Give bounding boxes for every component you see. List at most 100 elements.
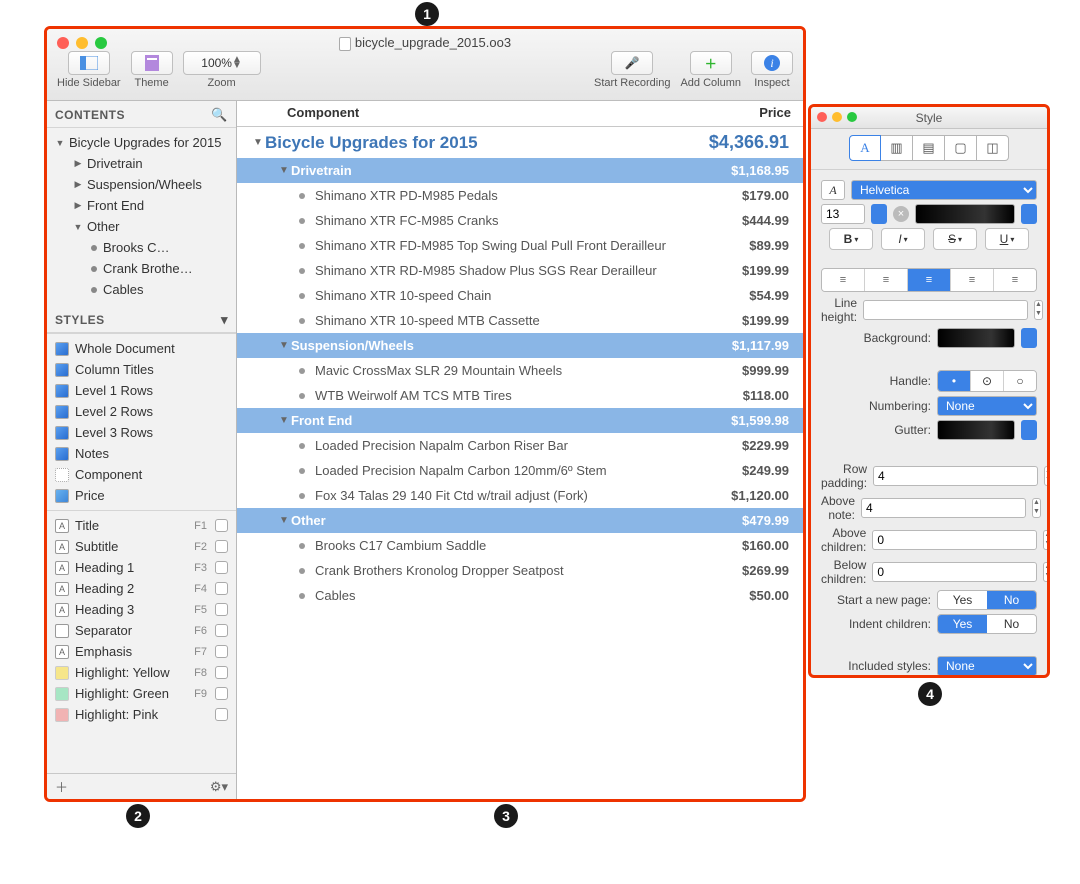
- outline-item-row[interactable]: Shimano XTR RD-M985 Shadow Plus SGS Rear…: [237, 258, 803, 283]
- tab-document[interactable]: ▢: [945, 135, 977, 161]
- align-justify-icon[interactable]: ≡: [950, 269, 993, 291]
- style-apply-checkbox[interactable]: [215, 561, 228, 574]
- outline-item-row[interactable]: Shimano XTR 10-speed MTB Cassette$199.99: [237, 308, 803, 333]
- tree-item[interactable]: ▶Drivetrain: [47, 153, 236, 174]
- font-family-select[interactable]: Helvetica: [851, 180, 1037, 200]
- tab-section[interactable]: ◫: [977, 135, 1009, 161]
- start-recording-button[interactable]: 🎤Start Recording: [594, 51, 670, 89]
- background-menu-button[interactable]: [1021, 328, 1037, 348]
- style-row[interactable]: Column Titles: [47, 359, 236, 380]
- tree-item[interactable]: Crank Brothe…: [47, 258, 236, 279]
- outline-item-row[interactable]: Brooks C17 Cambium Saddle$160.00: [237, 533, 803, 558]
- style-apply-checkbox[interactable]: [215, 624, 228, 637]
- outline-item-row[interactable]: Shimano XTR PD-M985 Pedals$179.00: [237, 183, 803, 208]
- style-apply-checkbox[interactable]: [215, 603, 228, 616]
- outline-root-row[interactable]: ▼ Bicycle Upgrades for 2015 $4,366.91: [237, 127, 803, 158]
- column-price[interactable]: Price: [681, 105, 791, 120]
- color-menu-button[interactable]: [1021, 204, 1037, 224]
- outline-group-row[interactable]: ▼Drivetrain$1,168.95: [237, 158, 803, 183]
- style-row[interactable]: Level 2 Rows: [47, 401, 236, 422]
- outline-item-row[interactable]: Loaded Precision Napalm Carbon 120mm/6º …: [237, 458, 803, 483]
- zoom-window-button[interactable]: [847, 112, 857, 122]
- style-row[interactable]: Level 3 Rows: [47, 422, 236, 443]
- numbering-select[interactable]: None: [937, 396, 1037, 416]
- style-apply-checkbox[interactable]: [215, 687, 228, 700]
- background-color-well[interactable]: [937, 328, 1015, 348]
- named-style-row[interactable]: ATitleF1: [47, 515, 236, 536]
- outline-item-row[interactable]: Mavic CrossMax SLR 29 Mountain Wheels$99…: [237, 358, 803, 383]
- bold-button[interactable]: B▾: [829, 228, 873, 250]
- align-center-icon[interactable]: ≡: [864, 269, 907, 291]
- style-apply-checkbox[interactable]: [215, 645, 228, 658]
- style-apply-checkbox[interactable]: [215, 582, 228, 595]
- named-style-row[interactable]: Highlight: YellowF8: [47, 662, 236, 683]
- outline-item-row[interactable]: Fox 34 Talas 29 140 Fit Ctd w/trail adju…: [237, 483, 803, 508]
- named-style-row[interactable]: Highlight: GreenF9: [47, 683, 236, 704]
- named-style-row[interactable]: SeparatorF6: [47, 620, 236, 641]
- named-style-row[interactable]: AHeading 3F5: [47, 599, 236, 620]
- tab-columns[interactable]: ▥: [881, 135, 913, 161]
- tree-item[interactable]: Cables: [47, 279, 236, 300]
- style-apply-checkbox[interactable]: [215, 708, 228, 721]
- clear-button[interactable]: ×: [1049, 302, 1050, 318]
- gear-icon[interactable]: ⚙︎▾: [210, 779, 228, 795]
- row-padding-input[interactable]: [873, 466, 1038, 486]
- theme-button[interactable]: Theme: [131, 51, 173, 89]
- line-height-input[interactable]: [863, 300, 1028, 320]
- font-size-stepper[interactable]: [871, 204, 887, 224]
- stepper[interactable]: ▲▼: [1032, 498, 1041, 518]
- tree-item[interactable]: ▼Other: [47, 216, 236, 237]
- named-style-row[interactable]: AEmphasisF7: [47, 641, 236, 662]
- style-apply-checkbox[interactable]: [215, 540, 228, 553]
- outline-item-row[interactable]: Crank Brothers Kronolog Dropper Seatpost…: [237, 558, 803, 583]
- align-left-icon[interactable]: ≡: [822, 269, 864, 291]
- font-size-input[interactable]: [821, 204, 865, 224]
- tree-item[interactable]: ▶Suspension/Wheels: [47, 174, 236, 195]
- outline-item-row[interactable]: WTB Weirwolf AM TCS MTB Tires$118.00: [237, 383, 803, 408]
- tab-outline[interactable]: ▤: [913, 135, 945, 161]
- alignment-segmented[interactable]: ≡ ≡ ≡ ≡ ≡: [821, 268, 1037, 292]
- outline-item-row[interactable]: Cables$50.00: [237, 583, 803, 608]
- tree-item[interactable]: ▶Front End: [47, 195, 236, 216]
- outline-item-row[interactable]: Shimano XTR FC-M985 Cranks$444.99: [237, 208, 803, 233]
- close-window-button[interactable]: [817, 112, 827, 122]
- tree-item[interactable]: Brooks C…: [47, 237, 236, 258]
- add-style-button[interactable]: ＋: [55, 777, 68, 796]
- italic-button[interactable]: I▾: [881, 228, 925, 250]
- outline-group-row[interactable]: ▼Other$479.99: [237, 508, 803, 533]
- indent-children-toggle[interactable]: YesNo: [937, 614, 1037, 634]
- start-new-page-toggle[interactable]: YesNo: [937, 590, 1037, 610]
- outline-group-row[interactable]: ▼Suspension/Wheels$1,117.99: [237, 333, 803, 358]
- stepper[interactable]: ▲▼: [1043, 530, 1050, 550]
- align-right-icon[interactable]: ≡: [907, 269, 950, 291]
- handle-option-2[interactable]: ⊙: [970, 371, 1003, 391]
- named-style-row[interactable]: Highlight: Pink: [47, 704, 236, 725]
- inspect-button[interactable]: iInspect: [751, 51, 793, 89]
- column-component[interactable]: Component: [287, 105, 681, 120]
- text-color-well[interactable]: [915, 204, 1015, 224]
- outline-item-row[interactable]: Loaded Precision Napalm Carbon Riser Bar…: [237, 433, 803, 458]
- below-children-input[interactable]: [872, 562, 1037, 582]
- above-note-input[interactable]: [861, 498, 1026, 518]
- style-apply-checkbox[interactable]: [215, 519, 228, 532]
- outline-item-row[interactable]: Shimano XTR FD-M985 Top Swing Dual Pull …: [237, 233, 803, 258]
- dropdown-icon[interactable]: ▾: [221, 312, 228, 328]
- style-row[interactable]: Notes: [47, 443, 236, 464]
- align-natural-icon[interactable]: ≡: [993, 269, 1036, 291]
- gutter-menu-button[interactable]: [1021, 420, 1037, 440]
- hide-sidebar-button[interactable]: Hide Sidebar: [57, 51, 121, 89]
- named-style-row[interactable]: AHeading 1F3: [47, 557, 236, 578]
- strike-button[interactable]: S▾: [933, 228, 977, 250]
- clear-font-size-button[interactable]: ×: [893, 206, 909, 222]
- named-style-row[interactable]: ASubtitleF2: [47, 536, 236, 557]
- style-row[interactable]: Level 1 Rows: [47, 380, 236, 401]
- style-row[interactable]: Component: [47, 464, 236, 485]
- outline-item-row[interactable]: Shimano XTR 10-speed Chain$54.99: [237, 283, 803, 308]
- font-picker-button[interactable]: A: [821, 180, 845, 200]
- gutter-color-well[interactable]: [937, 420, 1015, 440]
- clear-button[interactable]: ×: [1047, 500, 1050, 516]
- minimize-window-button[interactable]: [832, 112, 842, 122]
- tree-root[interactable]: ▼Bicycle Upgrades for 2015: [47, 132, 236, 153]
- stepper[interactable]: ▲▼: [1044, 466, 1050, 486]
- above-children-input[interactable]: [872, 530, 1037, 550]
